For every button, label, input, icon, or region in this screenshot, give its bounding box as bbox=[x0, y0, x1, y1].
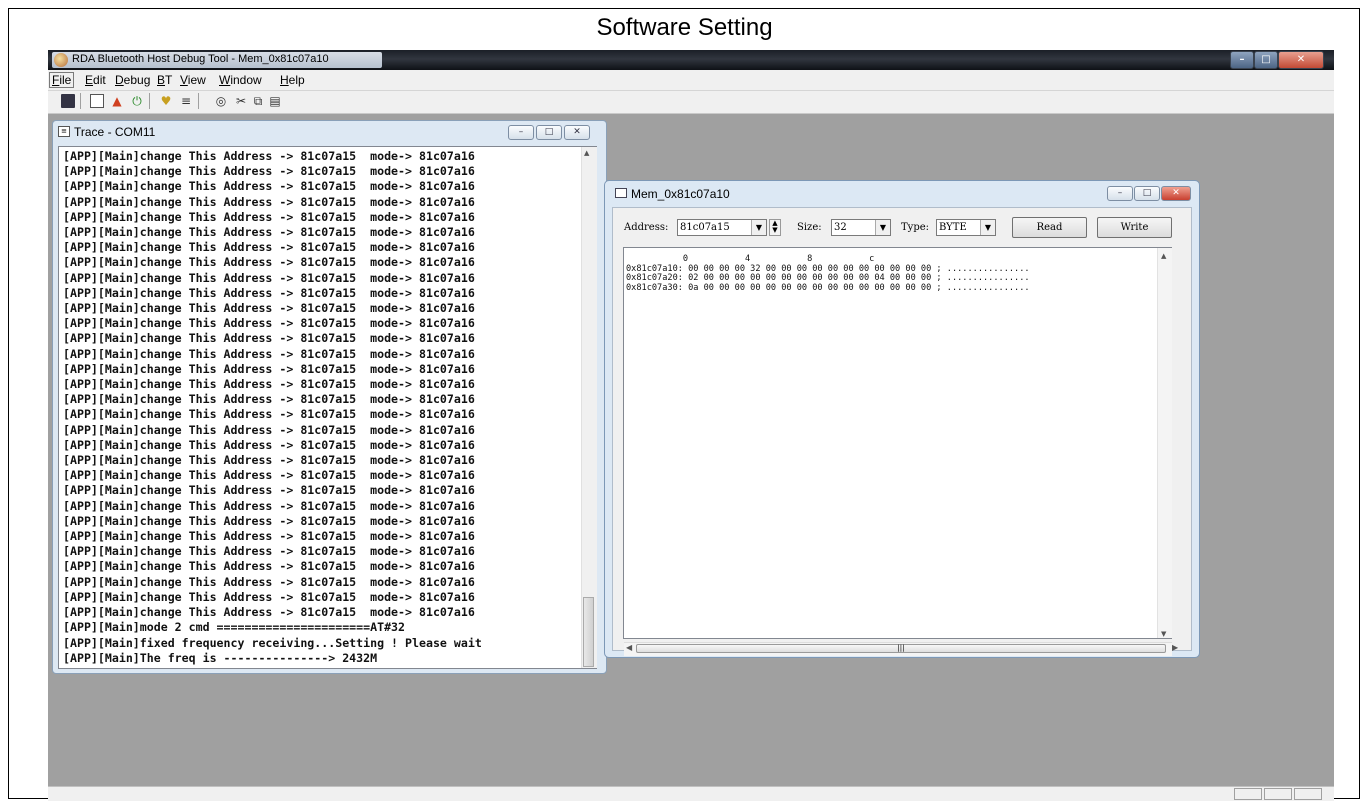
trace-scrollbar-thumb[interactable] bbox=[583, 597, 594, 667]
menu-bt[interactable]: BT bbox=[157, 73, 172, 87]
status-bar bbox=[48, 786, 1334, 801]
trace-icon[interactable]: ≡ bbox=[179, 94, 193, 108]
window-icon[interactable] bbox=[90, 94, 104, 108]
mem-window-icon bbox=[615, 188, 627, 198]
scroll-up-arrow-icon[interactable]: ▲ bbox=[584, 149, 589, 157]
trace-log-line: [APP][Main]change This Address -> 81c07a… bbox=[63, 574, 475, 589]
trace-log-line: [APP][Main]change This Address -> 81c07a… bbox=[63, 422, 475, 437]
type-dropdown-arrow-icon[interactable]: ▼ bbox=[980, 220, 995, 235]
mem-close-button[interactable]: ✕ bbox=[1161, 186, 1191, 201]
trace-close-button[interactable]: ✕ bbox=[564, 125, 590, 140]
mem-maximize-button[interactable]: □ bbox=[1134, 186, 1160, 201]
trace-scrollbar[interactable] bbox=[581, 147, 597, 668]
hex-vertical-scrollbar[interactable] bbox=[1157, 248, 1172, 638]
trace-log-line: [APP][Main]change This Address -> 81c07a… bbox=[63, 529, 475, 544]
size-label: Size: bbox=[797, 222, 822, 233]
trace-maximize-button[interactable]: □ bbox=[536, 125, 562, 140]
trace-log-line: [APP][Main]change This Address -> 81c07a… bbox=[63, 453, 475, 468]
menu-help[interactable]: Help bbox=[280, 73, 305, 87]
address-spinner[interactable]: ▲ ▼ bbox=[769, 219, 781, 236]
address-label: Address: bbox=[624, 222, 669, 233]
trace-log-line: [APP][Main]change This Address -> 81c07a… bbox=[63, 483, 475, 498]
mem-window-title: Mem_0x81c07a10 bbox=[631, 187, 730, 201]
hex-dump-lines: 0 4 8 c 0x81c07a10: 00 00 00 00 32 00 00 … bbox=[626, 254, 1030, 293]
toolbar-separator bbox=[80, 93, 81, 109]
trace-log-line: [APP][Main]change This Address -> 81c07a… bbox=[63, 270, 475, 285]
menu-file[interactable]: File bbox=[49, 72, 75, 88]
scroll-left-arrow-icon[interactable]: ◀ bbox=[626, 643, 632, 652]
hex-row: 0x81c07a30: 0a 00 00 00 00 00 00 00 00 0… bbox=[626, 282, 1030, 293]
trace-log-line: [APP][Main]change This Address -> 81c07a… bbox=[63, 498, 475, 513]
app-title: RDA Bluetooth Host Debug Tool - Mem_0x81… bbox=[72, 53, 329, 65]
trace-log-line: [APP][Main]change This Address -> 81c07a… bbox=[63, 301, 475, 316]
toolbar-separator bbox=[198, 93, 199, 109]
trace-log-line: [APP][Main]change This Address -> 81c07a… bbox=[63, 255, 475, 270]
paste-icon[interactable]: ▤ bbox=[268, 94, 282, 108]
type-label: Type: bbox=[901, 222, 930, 233]
trace-log-line: [APP][Main]change This Address -> 81c07a… bbox=[63, 149, 475, 163]
save-icon[interactable] bbox=[61, 94, 75, 108]
size-dropdown-arrow-icon[interactable]: ▼ bbox=[875, 220, 890, 235]
trace-log-line: [APP][Main]change This Address -> 81c07a… bbox=[63, 179, 475, 194]
trace-log-line: [APP][Main]change This Address -> 81c07a… bbox=[63, 544, 475, 559]
maximize-button[interactable]: □ bbox=[1254, 51, 1278, 69]
trace-log-line: [APP][Main]change This Address -> 81c07a… bbox=[63, 377, 475, 392]
read-button[interactable]: Read bbox=[1012, 217, 1087, 238]
scroll-right-arrow-icon[interactable]: ▶ bbox=[1172, 643, 1178, 652]
page-heading: Software Setting bbox=[596, 14, 773, 41]
trace-log-line: [APP][Main]The freq is ---------------> … bbox=[63, 650, 378, 665]
trace-log-line: [APP][Main]change This Address -> 81c07a… bbox=[63, 331, 475, 346]
app-icon bbox=[54, 53, 68, 67]
menu-view[interactable]: View bbox=[180, 73, 206, 87]
trace-log-line: [APP][Main]change This Address -> 81c07a… bbox=[63, 194, 475, 209]
trace-log-line: [APP][Main]change This Address -> 81c07a… bbox=[63, 468, 475, 483]
status-pane bbox=[1234, 788, 1262, 800]
write-button[interactable]: Write bbox=[1097, 217, 1172, 238]
trace-log-line: [APP][Main]fixed frequency receiving...S… bbox=[63, 635, 482, 650]
copy-icon[interactable]: ⧉ bbox=[251, 94, 265, 108]
cut-icon[interactable]: ✂ bbox=[234, 94, 248, 108]
trace-log-line: [APP][Main]mode 2 cmd ==================… bbox=[63, 620, 406, 635]
trace-log-line: [APP][Main]change This Address -> 81c07a… bbox=[63, 240, 475, 255]
power-icon[interactable]: ⏻ bbox=[130, 94, 144, 108]
color-icon[interactable]: ▲ bbox=[110, 94, 124, 108]
address-dropdown-arrow-icon[interactable]: ▼ bbox=[751, 220, 766, 235]
trace-log-line: [APP][Main]change This Address -> 81c07a… bbox=[63, 316, 475, 331]
minimize-button[interactable]: – bbox=[1230, 51, 1254, 69]
close-button[interactable]: ✕ bbox=[1278, 51, 1324, 69]
status-pane bbox=[1264, 788, 1292, 800]
trace-log-line: [APP][Main]change This Address -> 81c07a… bbox=[63, 164, 475, 179]
heart-icon[interactable]: ♥ bbox=[159, 94, 173, 108]
trace-log-lines: [APP][Main]change This Address -> 81c07a… bbox=[63, 149, 482, 666]
trace-log-line: [APP][Main]change This Address -> 81c07a… bbox=[63, 209, 475, 224]
trace-log-line: [APP][Main]change This Address -> 81c07a… bbox=[63, 392, 475, 407]
hex-horizontal-scrollbar-thumb[interactable]: ||| bbox=[636, 644, 1166, 653]
trace-log-line: [APP][Main]change This Address -> 81c07a… bbox=[63, 589, 475, 604]
trace-log-line: [APP][Main]change This Address -> 81c07a… bbox=[63, 605, 475, 620]
trace-log-line: [APP][Main]change This Address -> 81c07a… bbox=[63, 513, 475, 528]
status-pane bbox=[1294, 788, 1322, 800]
trace-log-line: [APP][Main]change This Address -> 81c07a… bbox=[63, 437, 475, 452]
trace-log-line: [APP][Main]change This Address -> 81c07a… bbox=[63, 346, 475, 361]
trace-log-line: [APP][Main]change This Address -> 81c07a… bbox=[63, 285, 475, 300]
trace-log-line: [APP][Main]change This Address -> 81c07a… bbox=[63, 559, 475, 574]
toolbar-separator bbox=[149, 93, 150, 109]
trace-log[interactable]: [APP][Main]change This Address -> 81c07a… bbox=[58, 146, 597, 669]
trace-window-icon: ≡ bbox=[58, 126, 70, 137]
menu-window[interactable]: Window bbox=[219, 73, 262, 87]
trace-log-line: [APP][Main]change This Address -> 81c07a… bbox=[63, 225, 475, 240]
hex-dump-view[interactable]: 0 4 8 c 0x81c07a10: 00 00 00 00 32 00 00 … bbox=[623, 247, 1172, 639]
trace-minimize-button[interactable]: – bbox=[508, 125, 534, 140]
binoculars-icon[interactable]: ◎ bbox=[214, 94, 228, 108]
menu-edit[interactable]: Edit bbox=[85, 73, 106, 87]
scroll-down-arrow-icon[interactable]: ▼ bbox=[1161, 630, 1166, 638]
scroll-up-arrow-icon[interactable]: ▲ bbox=[1161, 252, 1166, 260]
trace-log-line: [APP][Main]change This Address -> 81c07a… bbox=[63, 361, 475, 376]
menu-debug[interactable]: Debug bbox=[115, 73, 150, 87]
trace-log-line: [APP][Main]change This Address -> 81c07a… bbox=[63, 407, 475, 422]
mem-minimize-button[interactable]: – bbox=[1107, 186, 1133, 201]
trace-window-title: Trace - COM11 bbox=[74, 125, 156, 139]
